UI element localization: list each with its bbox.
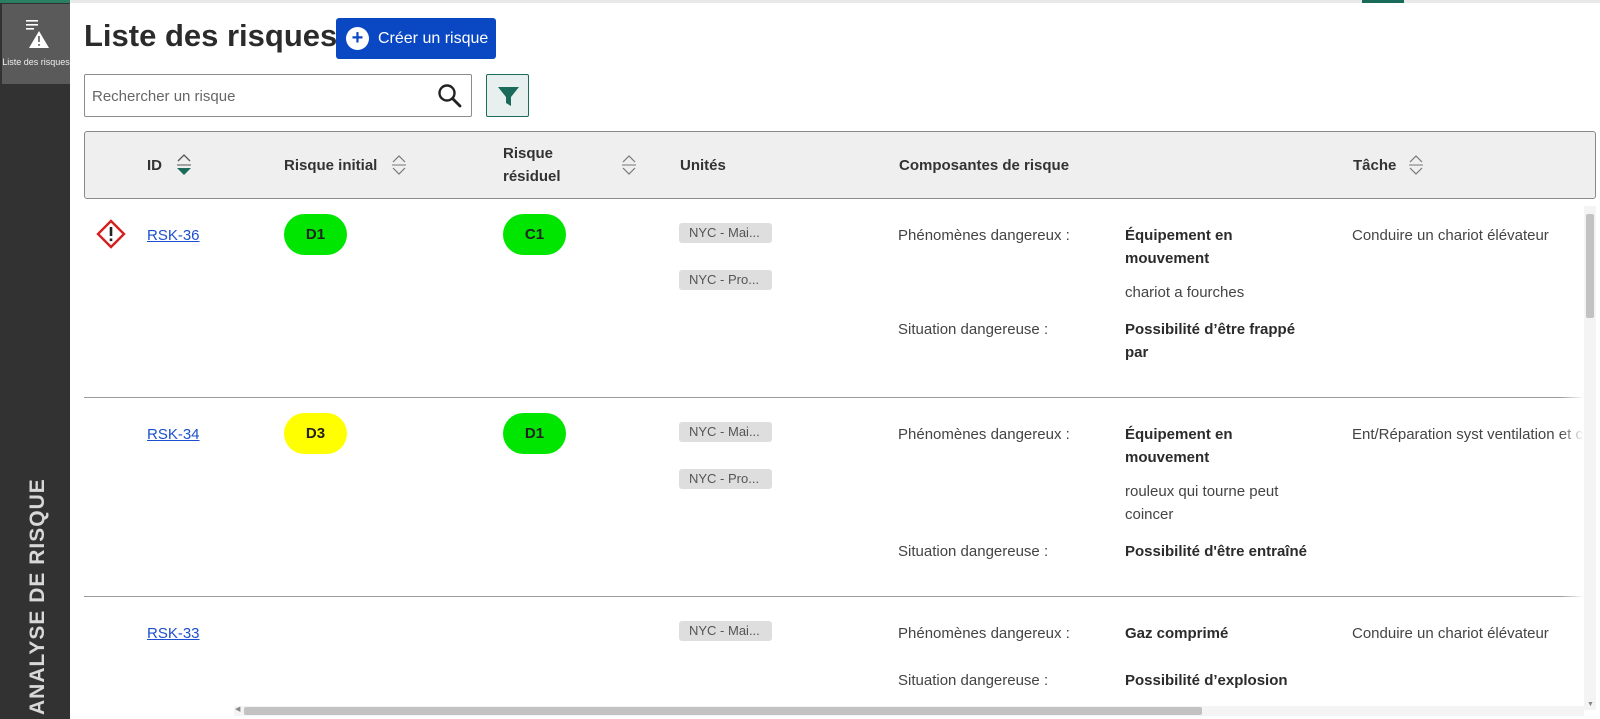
table-overflow-fade: [1560, 200, 1584, 705]
column-header-id[interactable]: ID: [147, 154, 162, 177]
create-risk-button[interactable]: + Créer un risque: [336, 18, 496, 59]
column-header-risk-components: Composantes de risque: [899, 157, 1070, 174]
scroll-left-arrow-icon[interactable]: ◀: [235, 705, 240, 713]
hazard-value: Gaz comprimé: [1125, 625, 1229, 642]
hazard-value: Équipement en mouvement: [1125, 426, 1233, 466]
risk-id-link[interactable]: RSK-33: [147, 622, 200, 645]
table-row[interactable]: RSK-33 NYC - Mai... Phénomènes dangereux…: [84, 597, 1586, 719]
sidebar: Liste des risques ANALYSE DE RISQUE: [0, 0, 70, 719]
search-icon[interactable]: [437, 83, 463, 109]
table-header: ID Risque initial Risque résiduel Unités…: [84, 131, 1596, 199]
situation-label: Situation dangereuse :: [898, 543, 1049, 560]
task-text: Ent/Réparation syst ventilation et c: [1352, 426, 1583, 443]
situation-label: Situation dangereuse :: [898, 321, 1049, 338]
hazard-detail: chariot a fourches: [1125, 284, 1245, 301]
table-row[interactable]: RSK-36 D1 C1 NYC - Mai... NYC - Pro... P…: [84, 199, 1586, 398]
risk-id-link[interactable]: RSK-36: [147, 224, 200, 247]
risk-list-icon: [26, 20, 49, 48]
situation-value: Possibilité d’être frappé par: [1125, 321, 1296, 361]
table-row[interactable]: RSK-34 D3 D1 NYC - Mai... NYC - Pro... P…: [84, 398, 1586, 597]
sidebar-accent-bar: [0, 0, 70, 3]
filter-icon: [498, 87, 519, 106]
vertical-scrollbar-thumb[interactable]: [1586, 214, 1594, 318]
hazard-label: Phénomènes dangereux :: [898, 426, 1070, 443]
situation-value: Possibilité d’explosion: [1125, 672, 1288, 689]
column-header-residual-risk[interactable]: Risque résiduel: [503, 142, 583, 188]
horizontal-scrollbar-thumb[interactable]: [244, 707, 1202, 715]
unit-tag[interactable]: NYC - Mai...: [679, 422, 772, 442]
search-box: [84, 74, 472, 117]
hazard-label: Phénomènes dangereux :: [898, 625, 1070, 642]
column-header-task[interactable]: Tâche: [1353, 154, 1396, 177]
sort-descending-icon[interactable]: [176, 152, 192, 178]
create-risk-button-label: Créer un risque: [378, 29, 489, 47]
unit-tag[interactable]: NYC - Mai...: [679, 621, 772, 641]
sort-icon[interactable]: [391, 152, 407, 178]
sort-icon[interactable]: [621, 152, 637, 178]
plus-circle-icon: +: [346, 27, 369, 50]
residual-risk-badge: C1: [503, 214, 566, 255]
initial-risk-badge: D3: [284, 413, 347, 454]
active-tab-indicator: [1362, 0, 1404, 3]
module-title: ANALYSE DE RISQUE: [26, 478, 49, 715]
column-header-units: Unités: [680, 157, 726, 174]
situation-label: Situation dangereuse :: [898, 672, 1049, 689]
filter-button[interactable]: [486, 74, 529, 117]
task-text: Conduire un chariot élévateur: [1352, 625, 1549, 642]
sidebar-item-risk-list[interactable]: Liste des risques: [2, 4, 70, 84]
warning-diamond-icon: [96, 219, 126, 249]
unit-tag[interactable]: NYC - Pro...: [679, 469, 772, 489]
hazard-value: Équipement en mouvement: [1125, 227, 1233, 267]
column-header-initial-risk[interactable]: Risque initial: [284, 154, 377, 177]
residual-risk-badge: D1: [503, 413, 566, 454]
top-tab-strip: [70, 0, 1600, 3]
task-text: Conduire un chariot élévateur: [1352, 227, 1549, 244]
horizontal-scrollbar[interactable]: ◀: [234, 706, 1584, 716]
scroll-down-arrow-icon[interactable]: ▼: [1587, 701, 1594, 708]
page-title: Liste des risques: [84, 18, 338, 53]
situation-value: Possibilité d'être entraîné: [1125, 543, 1307, 560]
unit-tag[interactable]: NYC - Mai...: [679, 223, 772, 243]
initial-risk-badge: D1: [284, 214, 347, 255]
sort-icon[interactable]: [1408, 152, 1424, 178]
vertical-scrollbar[interactable]: ▼: [1584, 206, 1596, 710]
hazard-detail: rouleux qui tourne peut coincer: [1125, 483, 1279, 523]
risk-id-link[interactable]: RSK-34: [147, 423, 200, 446]
hazard-label: Phénomènes dangereux :: [898, 227, 1070, 244]
sidebar-item-label: Liste des risques: [2, 57, 70, 67]
search-input[interactable]: [92, 84, 422, 108]
unit-tag[interactable]: NYC - Pro...: [679, 270, 772, 290]
